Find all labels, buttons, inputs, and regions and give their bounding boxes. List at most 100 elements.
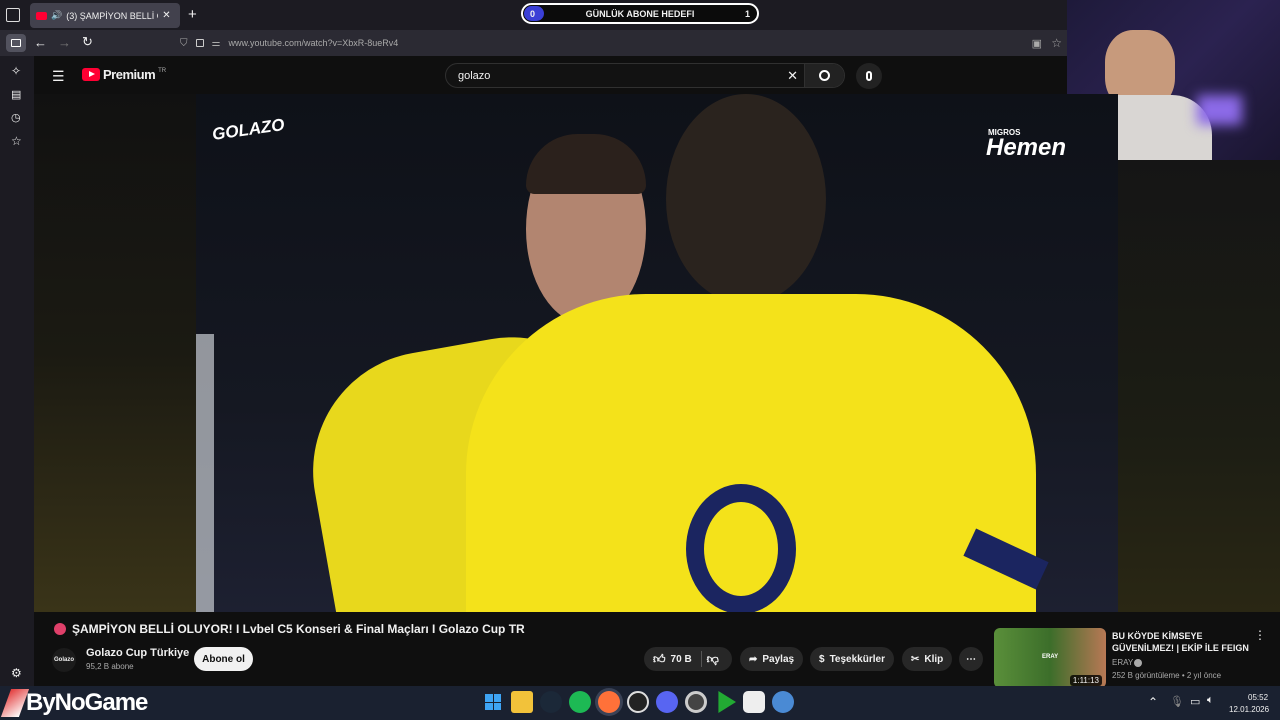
volume-icon[interactable]: 🔈︎ — [1207, 694, 1214, 707]
clip-label: Klip — [924, 653, 944, 665]
file-explorer-icon[interactable] — [511, 691, 533, 713]
clear-icon[interactable]: ✕ — [787, 68, 798, 84]
windows-icon[interactable] — [482, 691, 504, 713]
more-icon: ⋯ — [966, 653, 976, 665]
search-box[interactable]: golazo ✕ — [445, 63, 845, 88]
capcut-icon[interactable] — [743, 691, 765, 713]
site-info-icon[interactable]: ⚌ — [212, 38, 221, 49]
lock-icon[interactable] — [195, 39, 204, 47]
rgb-light — [1197, 95, 1242, 125]
tray-chevron-icon[interactable]: ⌃ — [1148, 695, 1158, 709]
mic-icon[interactable] — [856, 63, 882, 89]
recommended-thumbnail[interactable]: ERAY 1:11:13 — [994, 628, 1106, 688]
duration-badge: 1:11:13 — [1069, 675, 1102, 686]
verified-icon — [1134, 659, 1142, 667]
recommended-item[interactable]: ERAY 1:11:13 BU KÖYDE KİMSEYE GÜVENİLMEZ… — [994, 628, 1268, 688]
channel-avatar[interactable]: Golazo — [52, 648, 76, 672]
ai-icon[interactable]: ✧ — [11, 64, 21, 78]
video-frame — [196, 94, 1118, 612]
obs-icon[interactable] — [627, 691, 649, 713]
tab-title: (3) ŞAMPİYON BELLİ OL — [66, 10, 158, 21]
youtube-header: ☰ Premium TR golazo ✕ — [34, 56, 1068, 94]
play-icon[interactable] — [718, 691, 736, 713]
clip-button[interactable]: ✂ Klip — [902, 647, 953, 671]
firefox-icon[interactable] — [598, 691, 620, 713]
settings-app-icon[interactable] — [772, 691, 794, 713]
menu-icon[interactable]: ☰ — [52, 68, 65, 85]
channel-name[interactable]: Golazo Cup Türkiye — [86, 647, 189, 659]
speaker-icon[interactable]: 🔊 — [51, 10, 62, 21]
close-icon[interactable]: ✕ — [162, 10, 170, 21]
clock-date[interactable]: 12.01.2026 — [1229, 705, 1269, 714]
right-backdrop — [1118, 160, 1280, 612]
mic-tray-icon[interactable]: 🎙︎ — [1170, 695, 1184, 708]
like-icon: 👍︎ — [653, 651, 666, 666]
clock-time[interactable]: 05:52 — [1248, 693, 1268, 702]
steam-icon[interactable] — [540, 691, 562, 713]
chrome-icon[interactable] — [685, 691, 707, 713]
bookmarks-icon[interactable]: ▤ — [11, 88, 21, 101]
share-label: Paylaş — [762, 653, 795, 665]
spotify-icon[interactable] — [569, 691, 591, 713]
url-text[interactable]: www.youtube.com/watch?v=XbxR-8ueRv4 — [228, 38, 398, 48]
like-count: 70 B — [670, 653, 692, 665]
forward-icon[interactable]: → — [58, 35, 71, 50]
thumb-tag: ERAY — [1042, 654, 1059, 660]
plus-icon[interactable]: + — [188, 6, 197, 23]
goal-start: 0 — [530, 8, 536, 19]
subscriber-count: 95,2 B abone — [86, 662, 134, 671]
goal-end: 1 — [744, 8, 750, 19]
taskbar: ByNoGame ⌃ 🎙︎ ▭ 🔈︎ 05:52 12.01.2026 — [0, 686, 1280, 720]
search-icon — [819, 70, 830, 81]
youtube-logo[interactable]: Premium TR — [82, 67, 166, 82]
recommended-more-icon[interactable]: ⋮ — [1254, 628, 1266, 642]
youtube-icon — [82, 68, 100, 81]
reload-icon[interactable]: ↻ — [82, 34, 93, 50]
video-left-blur — [34, 94, 196, 612]
subscriber-goal-bar: 0 GÜNLÜK ABONE HEDEFI 1 — [521, 3, 759, 24]
discord-icon[interactable] — [656, 691, 678, 713]
thanks-label: Teşekkürler — [829, 653, 885, 665]
player-head-front — [666, 94, 826, 304]
search-button[interactable] — [804, 64, 844, 87]
active-tab[interactable]: 🔊 (3) ŞAMPİYON BELLİ OL ✕ — [30, 3, 180, 28]
brand-logo-icon — [0, 689, 30, 717]
network-icon[interactable]: ▭ — [1190, 695, 1200, 708]
like-button[interactable]: 👍︎ 70 B 👎︎ — [644, 647, 732, 671]
youtube-icon — [36, 11, 47, 20]
video-title-row: ŞAMPİYON BELLİ OLUYOR! I Lvbel C5 Konser… — [54, 622, 525, 636]
history-icon[interactable]: ◷ — [11, 111, 21, 124]
reader-icon[interactable]: ▣ — [1032, 37, 1042, 50]
logo-sup: TR — [158, 67, 167, 74]
share-icon: ➦ — [749, 653, 758, 665]
thanks-button[interactable]: $ Teşekkürler — [810, 647, 894, 671]
star-icon[interactable]: ☆ — [11, 134, 22, 148]
bookmark-star-icon[interactable]: ☆ — [1051, 36, 1062, 50]
brand-text: ByNoGame — [26, 689, 148, 716]
tab-list-icon[interactable] — [6, 8, 20, 22]
sponsor-main: Hemen — [986, 134, 1067, 161]
address-toolbar: ← → ↻ ⛉ ⚌ www.youtube.com/watch?v=XbxR-8… — [0, 30, 1068, 56]
logo-text: Premium — [103, 67, 156, 82]
shield-icon[interactable]: ⛉ — [180, 38, 188, 49]
more-button[interactable]: ⋯ — [959, 647, 983, 671]
search-input[interactable]: golazo — [458, 70, 490, 82]
url-bar[interactable]: ⛉ ⚌ www.youtube.com/watch?v=XbxR-8ueRv4 … — [180, 33, 1066, 53]
live-dot — [54, 623, 66, 635]
browser-tab-bar: 🔊 (3) ŞAMPİYON BELLİ OL ✕ + 0 GÜNLÜK ABO… — [0, 0, 1068, 30]
browser-sidebar: ✧ ▤ ◷ ☆ ⚙ — [0, 56, 34, 686]
goal-label: GÜNLÜK ABONE HEDEFI — [585, 8, 695, 19]
taskbar-apps — [482, 691, 794, 713]
video-player[interactable]: GOLAZO MIGROS Hemen — [34, 94, 1280, 612]
back-icon[interactable]: ← — [34, 35, 47, 50]
recommended-channel[interactable]: ERAY — [1112, 658, 1133, 667]
gear-icon[interactable]: ⚙ — [11, 666, 22, 680]
subscribe-button[interactable]: Abone ol — [194, 647, 253, 671]
jersey-number — [686, 484, 796, 612]
player-hair-back — [526, 134, 646, 194]
video-title: ŞAMPİYON BELLİ OLUYOR! I Lvbel C5 Konser… — [72, 622, 525, 636]
recommended-title[interactable]: BU KÖYDE KİMSEYE GÜVENİLMEZ! | EKİP İLE … — [1112, 630, 1252, 654]
share-button[interactable]: ➦ Paylaş — [740, 647, 804, 671]
dislike-icon[interactable]: 👎︎ — [707, 652, 719, 667]
sidebar-icon[interactable] — [6, 34, 26, 52]
